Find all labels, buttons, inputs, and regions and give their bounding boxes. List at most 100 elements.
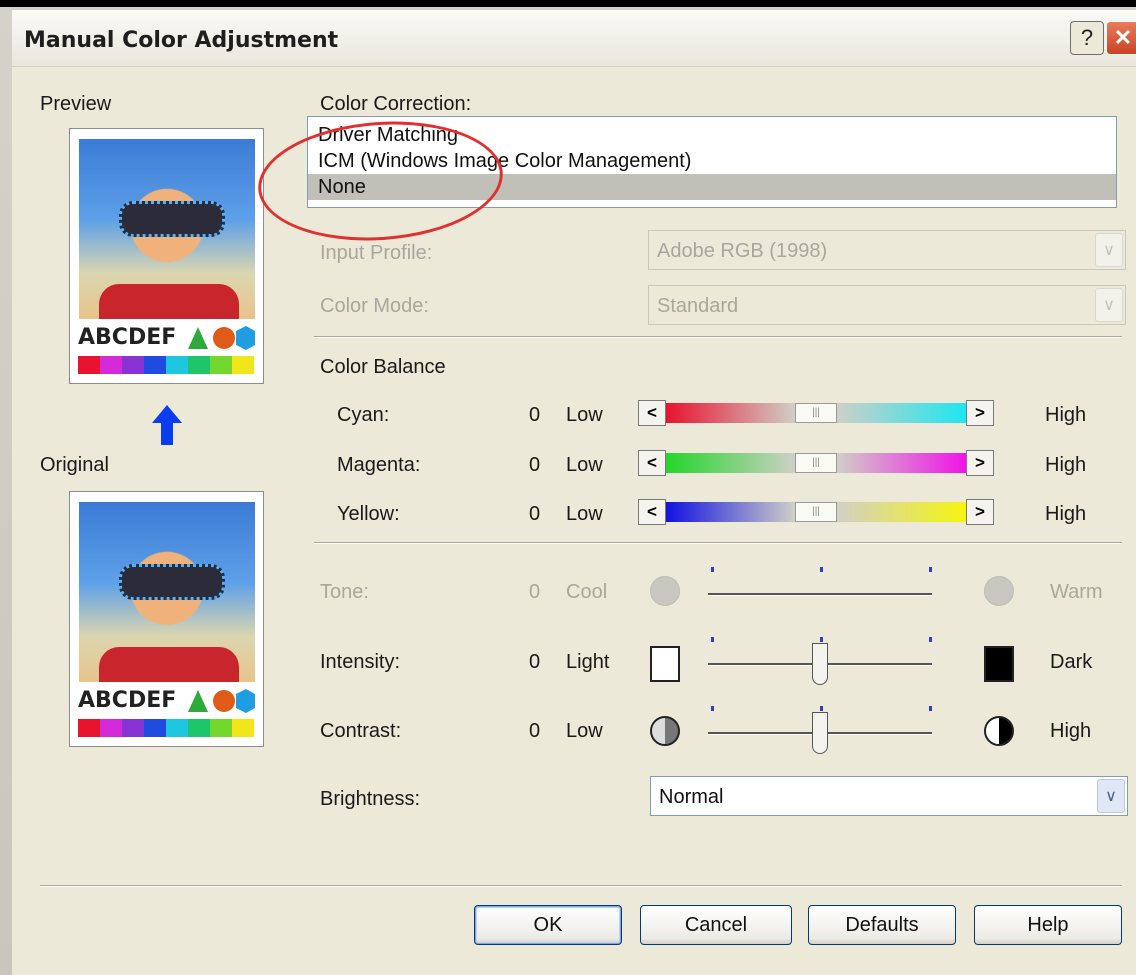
chevron-down-icon: ∨ bbox=[1097, 779, 1125, 813]
close-button[interactable]: ✕ bbox=[1106, 21, 1136, 55]
intensity-light-label: Light bbox=[566, 651, 610, 673]
scroll-left-button[interactable]: < bbox=[638, 400, 666, 426]
color-swatch bbox=[78, 719, 100, 737]
magenta-high-label: High bbox=[1045, 454, 1087, 476]
color-swatch bbox=[122, 356, 144, 374]
magenta-value: 0 bbox=[529, 454, 541, 476]
help-button[interactable]: Help bbox=[974, 905, 1122, 945]
intensity-dark-label: Dark bbox=[1050, 651, 1093, 673]
color-swatch bbox=[188, 356, 210, 374]
slider-thumb[interactable]: ||| bbox=[795, 502, 837, 522]
high-contrast-icon bbox=[984, 716, 1014, 746]
color-swatch bbox=[232, 356, 254, 374]
color-correction-label: Color Correction: bbox=[320, 93, 472, 115]
color-swatch bbox=[232, 719, 254, 737]
magenta-low-label: Low bbox=[566, 454, 603, 476]
scroll-right-button[interactable]: > bbox=[966, 450, 994, 476]
scroll-right-button[interactable]: > bbox=[966, 400, 994, 426]
intensity-value: 0 bbox=[529, 651, 541, 673]
magenta-scrollbar[interactable]: < ||| > bbox=[638, 450, 994, 476]
preview-sample-text: ABCDEF bbox=[78, 325, 177, 350]
color-mode-select[interactable]: Standard ∨ bbox=[648, 285, 1126, 325]
low-contrast-icon bbox=[650, 716, 680, 746]
magenta-label: Magenta: bbox=[337, 454, 421, 476]
dark-page-icon bbox=[984, 646, 1014, 682]
color-swatch bbox=[188, 719, 210, 737]
brightness-value: Normal bbox=[659, 786, 724, 808]
intensity-slider[interactable] bbox=[708, 633, 936, 691]
cyan-low-label: Low bbox=[566, 404, 603, 426]
slider-thumb[interactable]: ||| bbox=[795, 403, 837, 423]
cyan-high-label: High bbox=[1045, 404, 1087, 426]
color-swatch bbox=[166, 719, 188, 737]
cancel-button[interactable]: Cancel bbox=[640, 905, 792, 945]
color-swatch bbox=[166, 356, 188, 374]
color-swatch bbox=[122, 719, 144, 737]
brightness-label: Brightness: bbox=[320, 788, 421, 810]
contrast-slider-thumb[interactable] bbox=[812, 712, 828, 754]
tone-label: Tone: bbox=[320, 581, 369, 603]
contrast-label: Contrast: bbox=[320, 720, 402, 742]
color-mode-value: Standard bbox=[657, 295, 739, 317]
preview-photo bbox=[79, 139, 255, 319]
slider-thumb[interactable]: ||| bbox=[795, 453, 837, 473]
color-swatch bbox=[210, 719, 232, 737]
brightness-select[interactable]: Normal ∨ bbox=[650, 776, 1128, 816]
yellow-low-label: Low bbox=[566, 503, 603, 525]
original-sample-text: ABCDEF bbox=[78, 688, 177, 713]
divider bbox=[314, 542, 1122, 544]
input-profile-value: Adobe RGB (1998) bbox=[657, 240, 828, 262]
contrast-value: 0 bbox=[529, 720, 541, 742]
tone-value: 0 bbox=[529, 581, 541, 603]
cool-icon bbox=[650, 576, 680, 606]
contrast-high-label: High bbox=[1050, 720, 1092, 742]
color-balance-label: Color Balance bbox=[320, 356, 446, 378]
sample-shapes-icon bbox=[188, 689, 255, 713]
tone-warm-label: Warm bbox=[1050, 581, 1103, 603]
original-photo bbox=[79, 502, 255, 682]
contrast-low-label: Low bbox=[566, 720, 603, 742]
yellow-label: Yellow: bbox=[337, 503, 400, 525]
original-color-swatches bbox=[78, 719, 254, 737]
contrast-slider[interactable] bbox=[708, 702, 936, 760]
tone-slider[interactable] bbox=[708, 563, 936, 621]
color-swatch bbox=[144, 356, 166, 374]
input-profile-label: Input Profile: bbox=[320, 242, 433, 264]
cyan-scrollbar[interactable]: < ||| > bbox=[638, 400, 994, 426]
color-swatch bbox=[100, 356, 122, 374]
divider bbox=[314, 336, 1122, 338]
color-swatch bbox=[144, 719, 166, 737]
warm-icon bbox=[984, 576, 1014, 606]
preview-label: Preview bbox=[40, 93, 112, 115]
yellow-scrollbar[interactable]: < ||| > bbox=[638, 499, 994, 525]
defaults-button[interactable]: Defaults bbox=[808, 905, 956, 945]
color-swatch bbox=[78, 356, 100, 374]
divider bbox=[40, 885, 1122, 887]
original-thumbnail: ABCDEF bbox=[69, 491, 264, 747]
scroll-left-button[interactable]: < bbox=[638, 450, 666, 476]
scroll-right-button[interactable]: > bbox=[966, 499, 994, 525]
color-swatch bbox=[210, 356, 232, 374]
yellow-high-label: High bbox=[1045, 503, 1087, 525]
color-mode-label: Color Mode: bbox=[320, 295, 429, 317]
color-swatch bbox=[100, 719, 122, 737]
window-title: Manual Color Adjustment bbox=[24, 28, 339, 53]
cyan-value: 0 bbox=[529, 404, 541, 426]
scroll-left-button[interactable]: < bbox=[638, 499, 666, 525]
ok-button[interactable]: OK bbox=[474, 905, 622, 945]
chevron-down-icon: ∨ bbox=[1095, 233, 1123, 267]
preview-color-swatches bbox=[78, 356, 254, 374]
arrow-up-icon bbox=[152, 405, 182, 445]
tone-cool-label: Cool bbox=[566, 581, 608, 603]
input-profile-select[interactable]: Adobe RGB (1998) ∨ bbox=[648, 230, 1126, 270]
intensity-slider-thumb[interactable] bbox=[812, 643, 828, 685]
preview-thumbnail: ABCDEF bbox=[69, 128, 264, 384]
cyan-label: Cyan: bbox=[337, 404, 390, 426]
title-bar: Manual Color Adjustment ? ✕ bbox=[12, 10, 1136, 67]
sample-shapes-icon bbox=[188, 326, 255, 350]
yellow-value: 0 bbox=[529, 503, 541, 525]
light-page-icon bbox=[650, 646, 680, 682]
intensity-label: Intensity: bbox=[320, 651, 401, 673]
help-title-button[interactable]: ? bbox=[1070, 21, 1104, 55]
original-label: Original bbox=[40, 454, 109, 476]
